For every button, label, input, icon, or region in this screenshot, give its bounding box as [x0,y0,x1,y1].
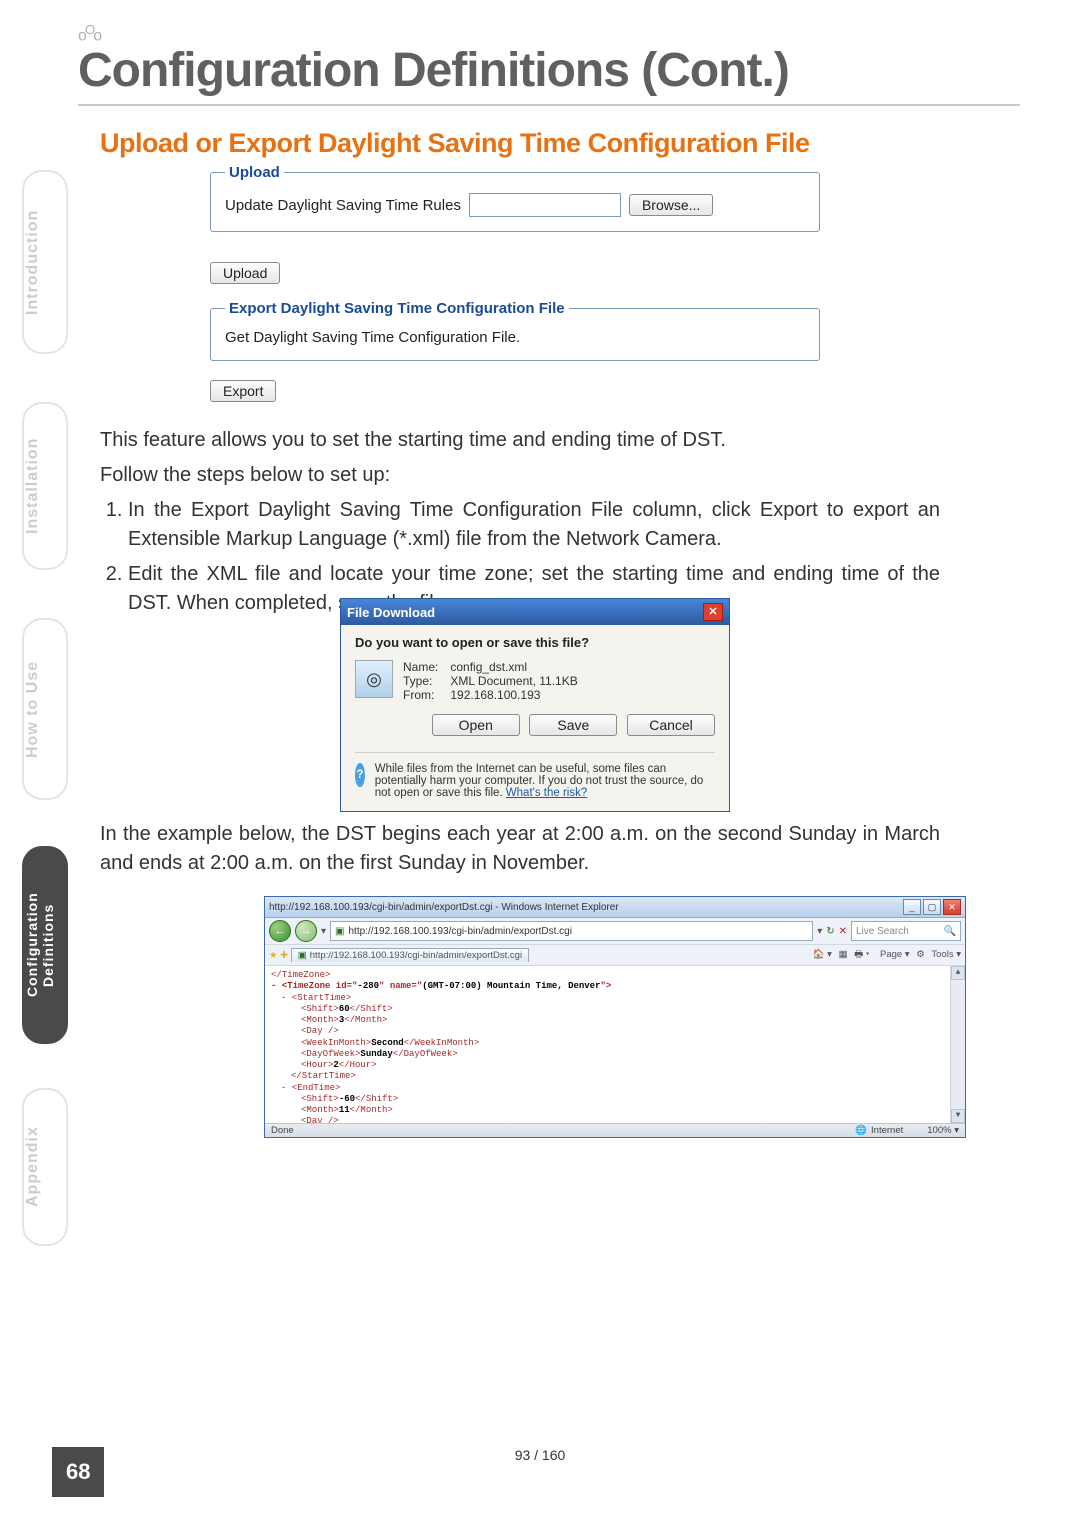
name-label: Name: [403,660,447,674]
ie-page-icon: ▣ [335,926,344,937]
cancel-button[interactable]: Cancel [627,714,715,736]
info-icon: ? [355,763,365,787]
file-path-input[interactable] [469,193,621,217]
close-icon[interactable]: ✕ [703,603,723,621]
whats-the-risk-link[interactable]: What's the risk? [506,787,587,799]
sidebar-tab-installation[interactable]: Installation [22,402,68,570]
status-zone: Internet [871,1125,903,1136]
file-download-dialog: File Download ✕ Do you want to open or s… [340,598,730,812]
export-legend: Export Daylight Saving Time Configuratio… [225,300,569,317]
scroll-down-icon[interactable]: ▼ [951,1109,965,1123]
decorative-bubbles: oOo [78,22,1020,45]
address-text: http://192.168.100.193/cgi-bin/admin/exp… [348,926,571,937]
dialog-title: File Download [347,605,435,620]
sidebar-tab-configuration-definitions[interactable]: Configuration Definitions [22,846,68,1044]
sidebar-tab-appendix[interactable]: Appendix [22,1088,68,1246]
address-bar[interactable]: ▣ http://192.168.100.193/cgi-bin/admin/e… [330,921,813,941]
ie-window: http://192.168.100.193/cgi-bin/admin/exp… [264,896,966,1138]
back-button-icon[interactable]: ← [269,920,291,942]
browse-button[interactable]: Browse... [629,194,713,216]
update-rules-label: Update Daylight Saving Time Rules [225,197,461,214]
get-file-label: Get Daylight Saving Time Configuration F… [225,329,520,346]
sidebar-tab-config-line2: Definitions [40,903,56,986]
internet-zone-icon: 🌐 [855,1125,867,1136]
print-icon[interactable]: 🖶 ▾ [854,949,869,960]
xml-file-icon: ◎ [355,660,393,698]
scroll-up-icon[interactable]: ▲ [951,966,965,980]
page-counter: 93 / 160 [0,1447,1080,1463]
feeds-icon[interactable]: ▦ [839,949,848,960]
section-heading: Upload or Export Daylight Saving Time Co… [100,128,810,159]
upload-fieldset: Upload Update Daylight Saving Time Rules… [210,164,820,232]
page-title: Configuration Definitions (Cont.) [78,43,1020,106]
dialog-question: Do you want to open or save this file? [355,635,715,650]
sidebar-tab-introduction[interactable]: Introduction [22,170,68,354]
tab-title: http://192.168.100.193/cgi-bin/admin/exp… [310,950,522,961]
name-value: config_dst.xml [450,660,527,674]
page-number-badge: 68 [52,1447,104,1497]
type-label: Type: [403,674,447,688]
close-icon[interactable]: ✕ [943,899,961,915]
status-done: Done [271,1125,294,1136]
home-icon[interactable]: 🏠 ▾ [813,949,832,960]
type-value: XML Document, 11.1KB [450,674,577,688]
scrollbar[interactable]: ▲ ▼ [950,966,965,1123]
search-placeholder: Live Search [856,926,909,937]
favorite-star-icon[interactable]: ★ [269,950,278,961]
search-icon[interactable]: 🔍 [944,926,956,937]
ie-title: http://192.168.100.193/cgi-bin/admin/exp… [269,902,619,913]
intro-text: This feature allows you to set the start… [100,426,940,455]
sidebar-tab-how-to-use[interactable]: How to Use [22,618,68,800]
page-menu[interactable]: Page ▾ [876,949,910,960]
open-button[interactable]: Open [432,714,520,736]
tools-menu[interactable]: ⚙ Tools ▾ [916,949,961,960]
save-button[interactable]: Save [529,714,617,736]
example-paragraph: In the example below, the DST begins eac… [100,820,940,878]
upload-button[interactable]: Upload [210,262,280,284]
follow-text: Follow the steps below to set up: [100,461,940,490]
add-favorite-icon[interactable]: ✚ [280,950,288,961]
ie-page-icon: ▣ [298,950,307,961]
minimize-icon[interactable]: _ [903,899,921,915]
export-button[interactable]: Export [210,380,276,402]
step-1-text: In the Export Daylight Saving Time Confi… [128,496,940,554]
from-label: From: [403,688,447,702]
maximize-icon[interactable]: ▢ [923,899,941,915]
upload-legend: Upload [225,164,284,181]
export-fieldset: Export Daylight Saving Time Configuratio… [210,300,820,361]
browser-tab[interactable]: ▣ http://192.168.100.193/cgi-bin/admin/e… [291,948,529,962]
search-box[interactable]: Live Search 🔍 [851,921,961,941]
from-value: 192.168.100.193 [450,688,540,702]
sidebar-tab-config-line1: Configuration [24,893,40,998]
zoom-level[interactable]: 100% ▾ [927,1125,959,1136]
xml-content: </TimeZone> - <TimeZone id="-280" name="… [265,966,965,1123]
forward-button-icon[interactable]: → [295,920,317,942]
